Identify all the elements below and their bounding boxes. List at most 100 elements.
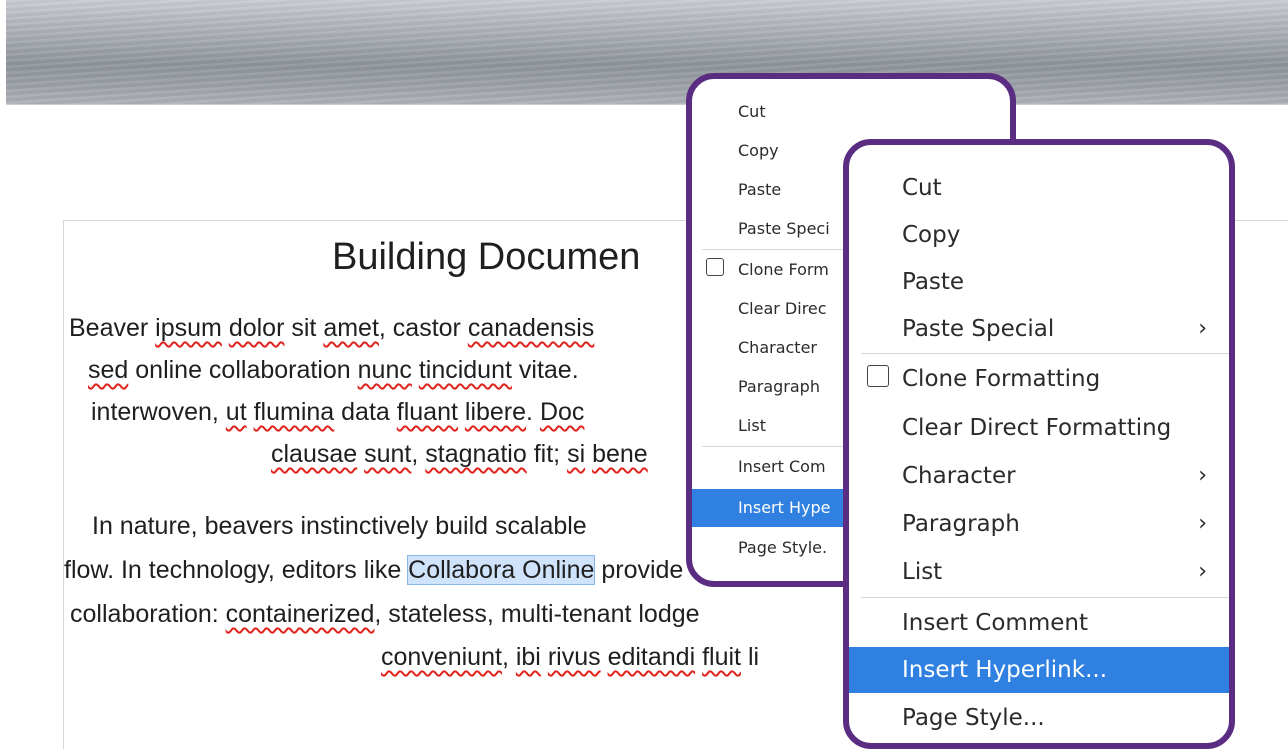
text-run: data — [334, 398, 397, 426]
menu-item-label: Insert Com — [738, 457, 826, 476]
menu-item-cut[interactable]: Cut — [692, 95, 1010, 129]
menu-item-label: Paste Special — [902, 316, 1055, 342]
misspelled-word: libere — [464, 398, 527, 426]
misspelled-word: Doc — [539, 398, 585, 426]
menu-item-label: Clone Formatting — [902, 366, 1101, 392]
paragraph-2-line-1[interactable]: In nature, beavers instinctively build s… — [92, 512, 587, 541]
text-run: , castor — [378, 314, 468, 342]
menu-item-insert-comment[interactable]: Insert Comment — [849, 601, 1229, 645]
menu-item-copy[interactable]: Copy — [849, 214, 1229, 256]
menu-separator — [861, 597, 1229, 598]
menu-item-paste-special[interactable]: Paste Special › — [849, 308, 1229, 350]
menu-item-character[interactable]: Character › — [849, 454, 1229, 498]
menu-item-label: Paragraph — [902, 511, 1020, 537]
menu-item-label: Paste — [902, 269, 965, 295]
menu-item-label: Insert Hyperlink... — [902, 657, 1108, 683]
text-run: li — [741, 643, 760, 671]
misspelled-word: editandi — [607, 643, 696, 671]
menu-item-label: Paragraph — [738, 377, 820, 396]
menu-item-label: Cut — [738, 102, 766, 121]
misspelled-word: si — [567, 440, 586, 468]
text-run: Beaver — [69, 314, 156, 342]
text-run: online collaboration — [128, 356, 358, 384]
header-banner — [0, 0, 1288, 105]
menu-item-label: List — [902, 559, 943, 585]
menu-item-clear-direct-formatting[interactable]: Clear Direct Formatting — [849, 406, 1229, 450]
text-run: fit; — [526, 440, 568, 468]
chevron-right-icon: › — [1198, 559, 1207, 584]
left-edge — [0, 0, 6, 749]
misspelled-word: dolor — [228, 314, 285, 342]
menu-item-list[interactable]: List › — [849, 550, 1229, 594]
menu-item-label: Cut — [902, 175, 942, 201]
text-run: , stateless, multi-tenant lodge — [374, 600, 700, 628]
misspelled-word: tincidunt — [418, 356, 512, 384]
misspelled-word: rivus — [547, 643, 601, 671]
checkbox-icon — [867, 365, 889, 387]
paragraph-1-line-1[interactable]: Beaver ipsum dolor sit amet, castor cana… — [69, 314, 594, 343]
context-menu-large-callout: Cut Copy Paste Paste Special › Clone For… — [843, 139, 1235, 749]
misspelled-word: ipsum — [155, 314, 222, 342]
menu-item-paste[interactable]: Paste — [849, 261, 1229, 303]
menu-item-label: Copy — [902, 222, 961, 248]
text-run — [222, 314, 229, 342]
misspelled-word: stagnatio — [425, 440, 527, 468]
paragraph-2-line-2-text: flow. In technology, editors like — [64, 556, 409, 584]
misspelled-word: amet — [323, 314, 379, 342]
misspelled-word: fluit — [702, 643, 741, 671]
misspelled-word: sed — [88, 356, 129, 384]
menu-item-clone-formatting[interactable]: Clone Formatting — [849, 357, 1229, 401]
text-run: sit — [284, 314, 324, 342]
chevron-right-icon: › — [1198, 316, 1207, 341]
text-run — [601, 643, 608, 671]
text-run — [458, 398, 465, 426]
misspelled-word: fluant — [396, 398, 458, 426]
menu-item-label: List — [738, 416, 766, 435]
text-run: In nature, beavers instinctively build s… — [92, 512, 587, 540]
text-run: , — [501, 643, 516, 671]
misspelled-word: bene — [592, 440, 648, 468]
menu-item-cut[interactable]: Cut — [849, 167, 1229, 209]
menu-item-insert-hyperlink[interactable]: Insert Hyperlink... — [849, 647, 1229, 693]
menu-item-label: Insert Comment — [902, 610, 1088, 636]
menu-item-label: Page Style. — [738, 538, 828, 557]
paragraph-2-line-4[interactable]: conveniunt, ibi rivus editandi fluit li — [381, 643, 759, 672]
selected-text[interactable]: Collabora Online — [407, 555, 596, 585]
menu-item-label: Insert Hype — [738, 498, 831, 517]
checkbox-icon — [706, 258, 724, 276]
menu-item-label: Clone Form — [738, 260, 829, 279]
text-run: interwoven, — [91, 398, 226, 426]
text-run: collaboration: — [70, 600, 226, 628]
misspelled-word: flumina — [253, 398, 335, 426]
paragraph-1-line-2[interactable]: sed online collaboration nunc tincidunt … — [88, 356, 579, 385]
chevron-right-icon: › — [1198, 511, 1207, 536]
paragraph-1-line-3[interactable]: interwoven, ut flumina data fluant liber… — [91, 398, 584, 427]
paragraph-1-line-4[interactable]: clausae sunt, stagnatio fit; si bene — [271, 440, 648, 469]
menu-item-label: Page Style... — [902, 705, 1045, 731]
misspelled-word: ibi — [515, 643, 541, 671]
menu-item-label: Clear Direct Formatting — [902, 415, 1172, 441]
menu-item-paragraph[interactable]: Paragraph › — [849, 502, 1229, 546]
misspelled-word: canadensis — [467, 314, 595, 342]
paragraph-2-line-3[interactable]: collaboration: containerized, stateless,… — [70, 600, 700, 629]
text-run: , — [411, 440, 426, 468]
menu-separator — [861, 353, 1229, 354]
text-run: vitae. — [511, 356, 579, 384]
menu-item-page-style[interactable]: Page Style... — [849, 696, 1229, 740]
text-run: . — [526, 398, 540, 426]
chevron-right-icon: › — [1198, 463, 1207, 488]
menu-item-label: Paste — [738, 180, 782, 199]
menu-item-label: Copy — [738, 141, 779, 160]
misspelled-word: ut — [225, 398, 247, 426]
misspelled-word: clausae — [271, 440, 358, 468]
misspelled-word: conveniunt — [381, 643, 502, 671]
document-title: Building Documen — [332, 236, 641, 278]
text-run — [412, 356, 419, 384]
menu-item-label: Paste Speci — [738, 219, 830, 238]
misspelled-word: nunc — [357, 356, 412, 384]
menu-item-label: Clear Direc — [738, 299, 827, 318]
text-run — [541, 643, 548, 671]
menu-item-label: Character — [902, 463, 1016, 489]
paragraph-2-line-2[interactable]: flow. In technology, editors like Collab… — [64, 555, 717, 585]
text-run — [247, 398, 254, 426]
